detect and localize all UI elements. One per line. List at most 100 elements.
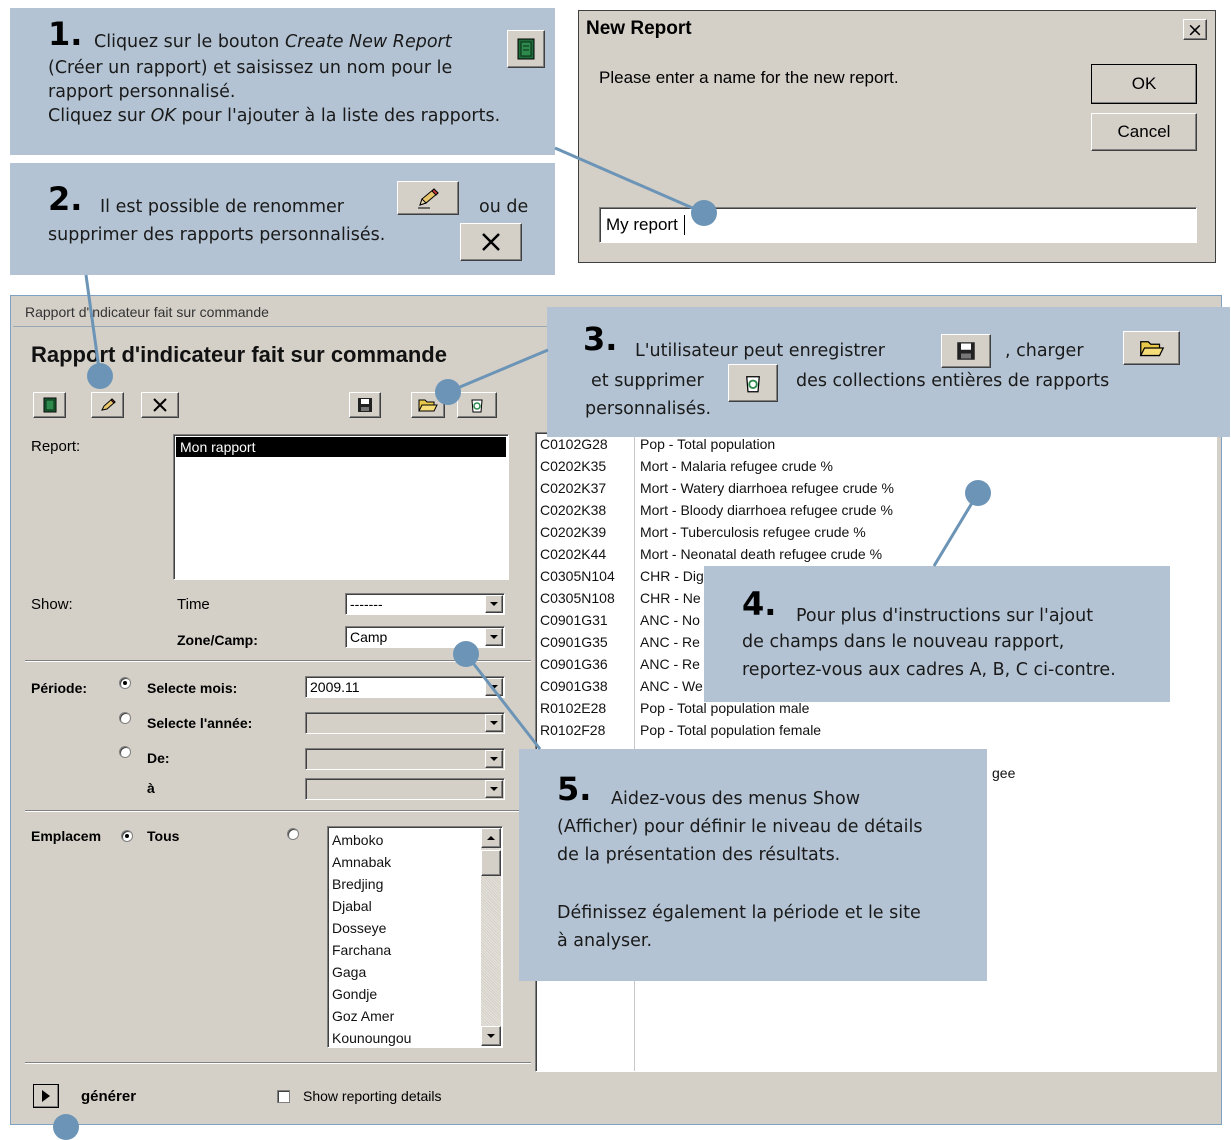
zone-camp-select[interactable]: Camp (345, 626, 505, 648)
step-text: des collections entières de rapports (796, 371, 1110, 391)
indicator-row[interactable]: C0202K44 Mort - Neonatal death refugee cr… (540, 543, 1216, 565)
show-label: Show: (31, 596, 73, 613)
window-caption: Rapport d'indicateur fait sur commande (25, 304, 269, 320)
dialog-prompt: Please enter a name for the new report. (599, 68, 899, 87)
generate-button[interactable] (33, 1084, 59, 1108)
rename-report-button[interactable] (91, 392, 124, 418)
indicator-code: R0102F28 (540, 722, 606, 738)
chevron-down-icon[interactable] (485, 628, 503, 646)
show-details-label: Show reporting details (303, 1088, 442, 1104)
indicator-code: R0102E28 (540, 700, 607, 716)
year-select[interactable] (305, 712, 505, 734)
to-select[interactable] (305, 778, 505, 800)
location-item[interactable]: Amnabak (332, 851, 411, 873)
scroll-down-button[interactable] (481, 1026, 501, 1046)
indicator-row[interactable]: C0202K35 Mort - Malaria refugee crude % (540, 455, 1216, 477)
location-scrollbar[interactable] (481, 828, 501, 1046)
indicator-code: C0305N104 (540, 568, 615, 584)
indicator-name: Mort - Tuberculosis refugee crude % (640, 524, 866, 540)
all-locations-label: Tous (147, 828, 180, 844)
play-icon (42, 1090, 50, 1102)
report-name-input[interactable]: My report (599, 207, 1197, 243)
dialog-close-button[interactable]: × (1183, 19, 1207, 40)
step-text: ou de (479, 197, 529, 217)
indicator-row[interactable]: C0202K38 Mort - Bloody diarrhoea refugee … (540, 499, 1216, 521)
save-collection-button[interactable] (349, 392, 381, 418)
connector-dot (435, 379, 461, 405)
indicator-name: Mort - Bloody diarrhoea refugee crude % (640, 502, 893, 518)
scroll-up-button[interactable] (481, 828, 501, 848)
location-item[interactable]: Goz Amer (332, 1005, 411, 1027)
indicator-name: ANC - Re (640, 634, 700, 650)
step-text: Cliquez sur le bouton Create New Report (94, 32, 452, 52)
indicator-name: Mort - Watery diarrhoea refugee crude % (640, 480, 894, 496)
step-text: Aidez-vous des menus Show (611, 789, 861, 809)
from-select[interactable] (305, 748, 505, 770)
callout-step-3: 3. L'utilisateur peut enregistrer , char… (547, 307, 1230, 437)
indicator-row[interactable]: C0202K39 Mort - Tuberculosis refugee crud… (540, 521, 1216, 543)
rename-pencil-icon (397, 181, 459, 215)
location-item[interactable]: Dosseye (332, 917, 411, 939)
create-report-button[interactable] (33, 392, 66, 418)
location-item[interactable]: Gaga (332, 961, 411, 983)
option-year-label: Selecte l'année: (147, 715, 253, 731)
emplacement-label: Emplacem (31, 828, 102, 844)
chevron-down-icon[interactable] (485, 714, 503, 732)
close-icon (153, 398, 167, 412)
divider (25, 1062, 531, 1064)
delete-report-button[interactable] (141, 392, 179, 418)
location-item[interactable]: Farchana (332, 939, 411, 961)
report-list-item-selected[interactable]: Mon rapport (176, 437, 506, 457)
folder-open-icon (418, 399, 438, 412)
trash-icon (728, 364, 778, 402)
pencil-icon (100, 398, 116, 411)
chevron-down-icon[interactable] (485, 678, 503, 696)
chevron-down-icon[interactable] (485, 780, 503, 798)
location-item[interactable]: Bredjing (332, 873, 411, 895)
cancel-button[interactable]: Cancel (1091, 113, 1197, 151)
dialog-title: New Report (586, 18, 692, 39)
radio-range[interactable] (119, 746, 131, 758)
month-select[interactable]: 2009.11 (305, 676, 505, 698)
step-text: de la présentation des résultats. (557, 845, 841, 865)
radio-select-year[interactable] (119, 712, 131, 724)
chevron-down-icon[interactable] (485, 750, 503, 768)
report-list[interactable]: Mon rapport (173, 434, 509, 580)
step-text: Pour plus d'instructions sur l'ajout (796, 606, 1094, 626)
indicator-code: C0901G36 (540, 656, 608, 672)
location-item[interactable]: Kounoungou (332, 1027, 411, 1049)
radio-select-month[interactable] (119, 677, 131, 689)
generate-label: générer (81, 1088, 137, 1105)
location-item[interactable]: Amboko (332, 829, 411, 851)
periode-label: Période: (31, 680, 88, 696)
option-from-label: De: (147, 750, 170, 766)
indicator-name: ANC - Re (640, 656, 700, 672)
time-select[interactable]: ------- (345, 593, 505, 615)
location-item[interactable]: Gondje (332, 983, 411, 1005)
indicator-row[interactable]: R0102F28 Pop - Total population female (540, 719, 1216, 741)
step-text: Il est possible de renommer (100, 197, 344, 217)
connector-dot (965, 480, 991, 506)
time-label: Time (177, 596, 210, 613)
chevron-down-icon[interactable] (485, 595, 503, 613)
step-text: et supprimer (591, 371, 704, 391)
delete-collection-button[interactable] (457, 392, 497, 418)
scroll-thumb[interactable] (481, 850, 501, 876)
radio-pick-locations[interactable] (287, 828, 299, 840)
ok-button[interactable]: OK (1091, 64, 1197, 104)
show-details-checkbox[interactable] (277, 1090, 290, 1103)
location-list[interactable]: Amboko Amnabak Bredjing Djabal Dosseye Farcha… (327, 826, 503, 1048)
step-text-line: (Créer un rapport) et saisissez un nom p… (48, 58, 453, 78)
step-text: reportez-vous aux cadres A, B, C ci-cont… (742, 660, 1116, 680)
callout-step-2: 2. Il est possible de renommer ou de sup… (10, 163, 555, 275)
radio-all-locations[interactable] (121, 830, 133, 842)
report-label: Report: (31, 438, 81, 455)
create-report-icon (43, 397, 56, 413)
indicator-code: C0202K39 (540, 524, 607, 540)
step-text: de champs dans le nouveau rapport, (742, 632, 1065, 652)
indicator-name: Pop - Total population female (640, 722, 822, 738)
close-icon: × (1187, 18, 1203, 41)
create-report-icon (507, 30, 545, 68)
location-item[interactable]: Djabal (332, 895, 411, 917)
indicator-row[interactable]: C0202K37 Mort - Watery diarrhoea refugee … (540, 477, 1216, 499)
